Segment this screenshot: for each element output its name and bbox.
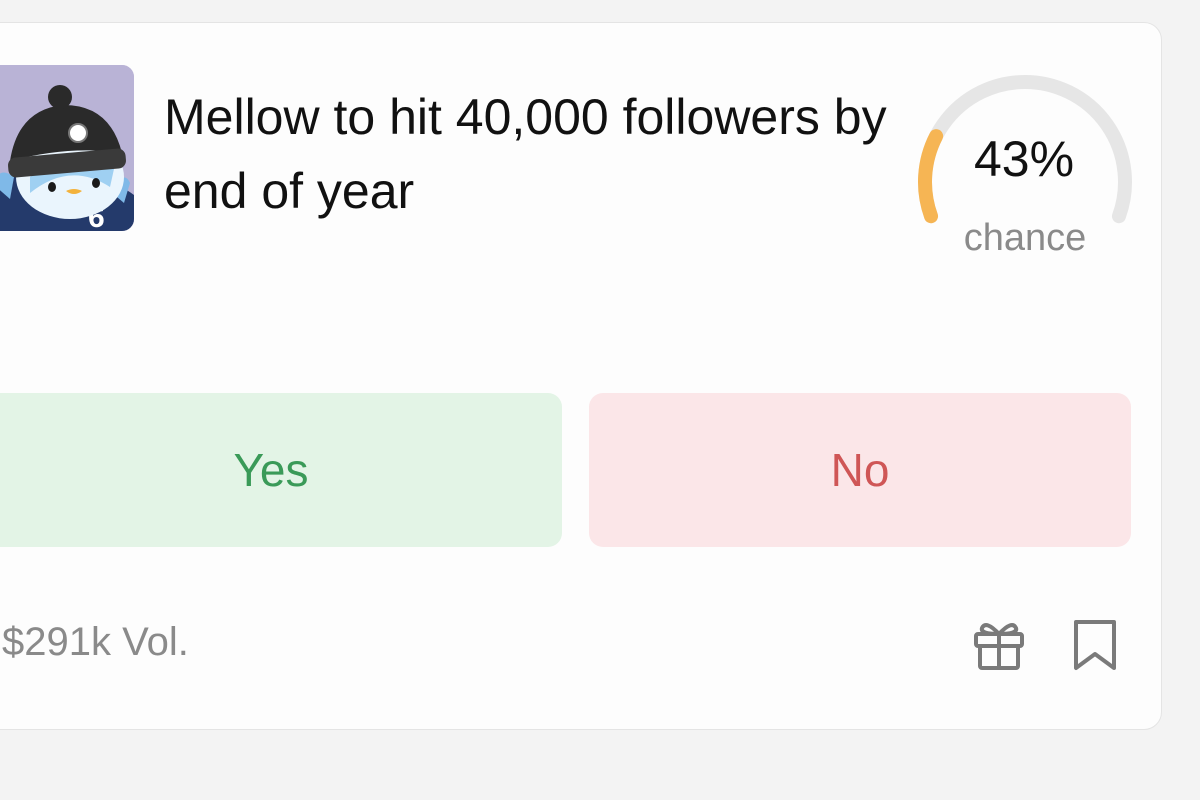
chance-label: chance — [963, 217, 1087, 259]
gauge-fill — [918, 129, 944, 224]
yes-button[interactable]: Yes — [0, 393, 562, 547]
no-button[interactable]: No — [589, 393, 1131, 547]
penguin-avatar-icon: 6 — [0, 65, 134, 231]
volume-label: $291k Vol. — [2, 620, 189, 664]
market-avatar: 6 — [0, 65, 134, 231]
gift-button[interactable] — [972, 616, 1026, 672]
chance-percent: 43% — [973, 131, 1075, 187]
bookmark-button[interactable] — [1068, 616, 1122, 672]
market-title[interactable]: Mellow to hit 40,000 followers by end of… — [164, 80, 904, 228]
gift-icon — [974, 623, 1024, 670]
bookmark-icon — [1074, 620, 1116, 670]
